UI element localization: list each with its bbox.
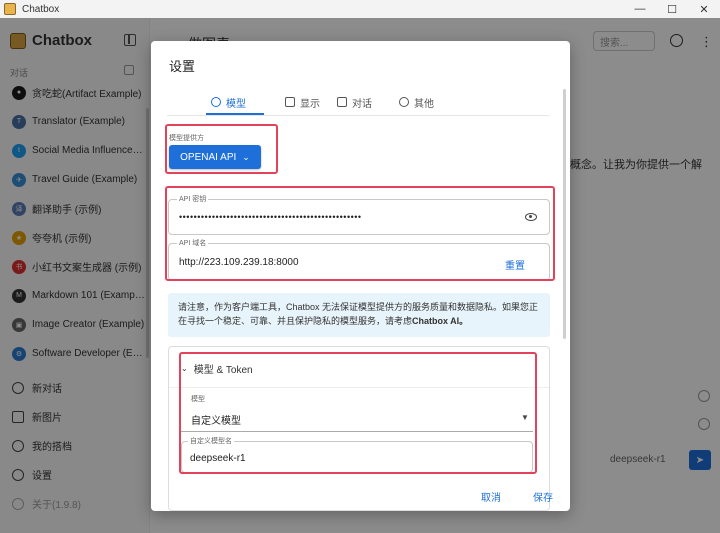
chatbox-ai-link[interactable]: Chatbox AI。 xyxy=(412,316,468,326)
highlight-provider xyxy=(165,124,278,174)
tab-label: 其他 xyxy=(414,98,434,110)
dialog-footer: 取消 保存 xyxy=(151,481,570,511)
tab-other[interactable]: 其他 xyxy=(399,91,434,113)
dialog-title: 设置 xyxy=(169,59,196,74)
save-button[interactable]: 保存 xyxy=(533,489,553,504)
close-button[interactable]: ✕ xyxy=(688,0,720,18)
tab-display[interactable]: 显示 xyxy=(285,91,320,113)
privacy-notice: 请注意，作为客户端工具，Chatbox 无法保证模型提供方的服务质量和数据隐私。… xyxy=(168,293,550,337)
maximize-button[interactable]: ☐ xyxy=(656,0,688,18)
tab-label: 显示 xyxy=(300,98,320,110)
model-icon xyxy=(211,97,221,107)
window-titlebar: Chatbox — ☐ ✕ xyxy=(0,0,720,18)
tab-model[interactable]: 模型 xyxy=(211,91,246,113)
highlight-model-token xyxy=(179,352,537,474)
tab-label: 模型 xyxy=(226,98,246,110)
dialog-scrollbar[interactable] xyxy=(563,89,566,339)
window-title: Chatbox xyxy=(22,3,60,15)
settings-tabs: 模型 显示 对话 其他 xyxy=(151,91,570,115)
minimize-button[interactable]: — xyxy=(624,0,656,18)
notice-text: 请注意，作为客户端工具，Chatbox 无法保证模型提供方的服务质量和数据隐私。… xyxy=(178,302,539,326)
gear-icon xyxy=(399,97,409,107)
tab-chat[interactable]: 对话 xyxy=(337,91,372,113)
app-icon xyxy=(4,3,16,15)
cancel-button[interactable]: 取消 xyxy=(481,489,501,504)
tabs-divider xyxy=(167,115,549,116)
tab-label: 对话 xyxy=(352,98,372,110)
highlight-api-settings xyxy=(165,186,555,281)
window-controls: — ☐ ✕ xyxy=(624,0,720,18)
display-icon xyxy=(285,97,295,107)
chat-icon xyxy=(337,97,347,107)
